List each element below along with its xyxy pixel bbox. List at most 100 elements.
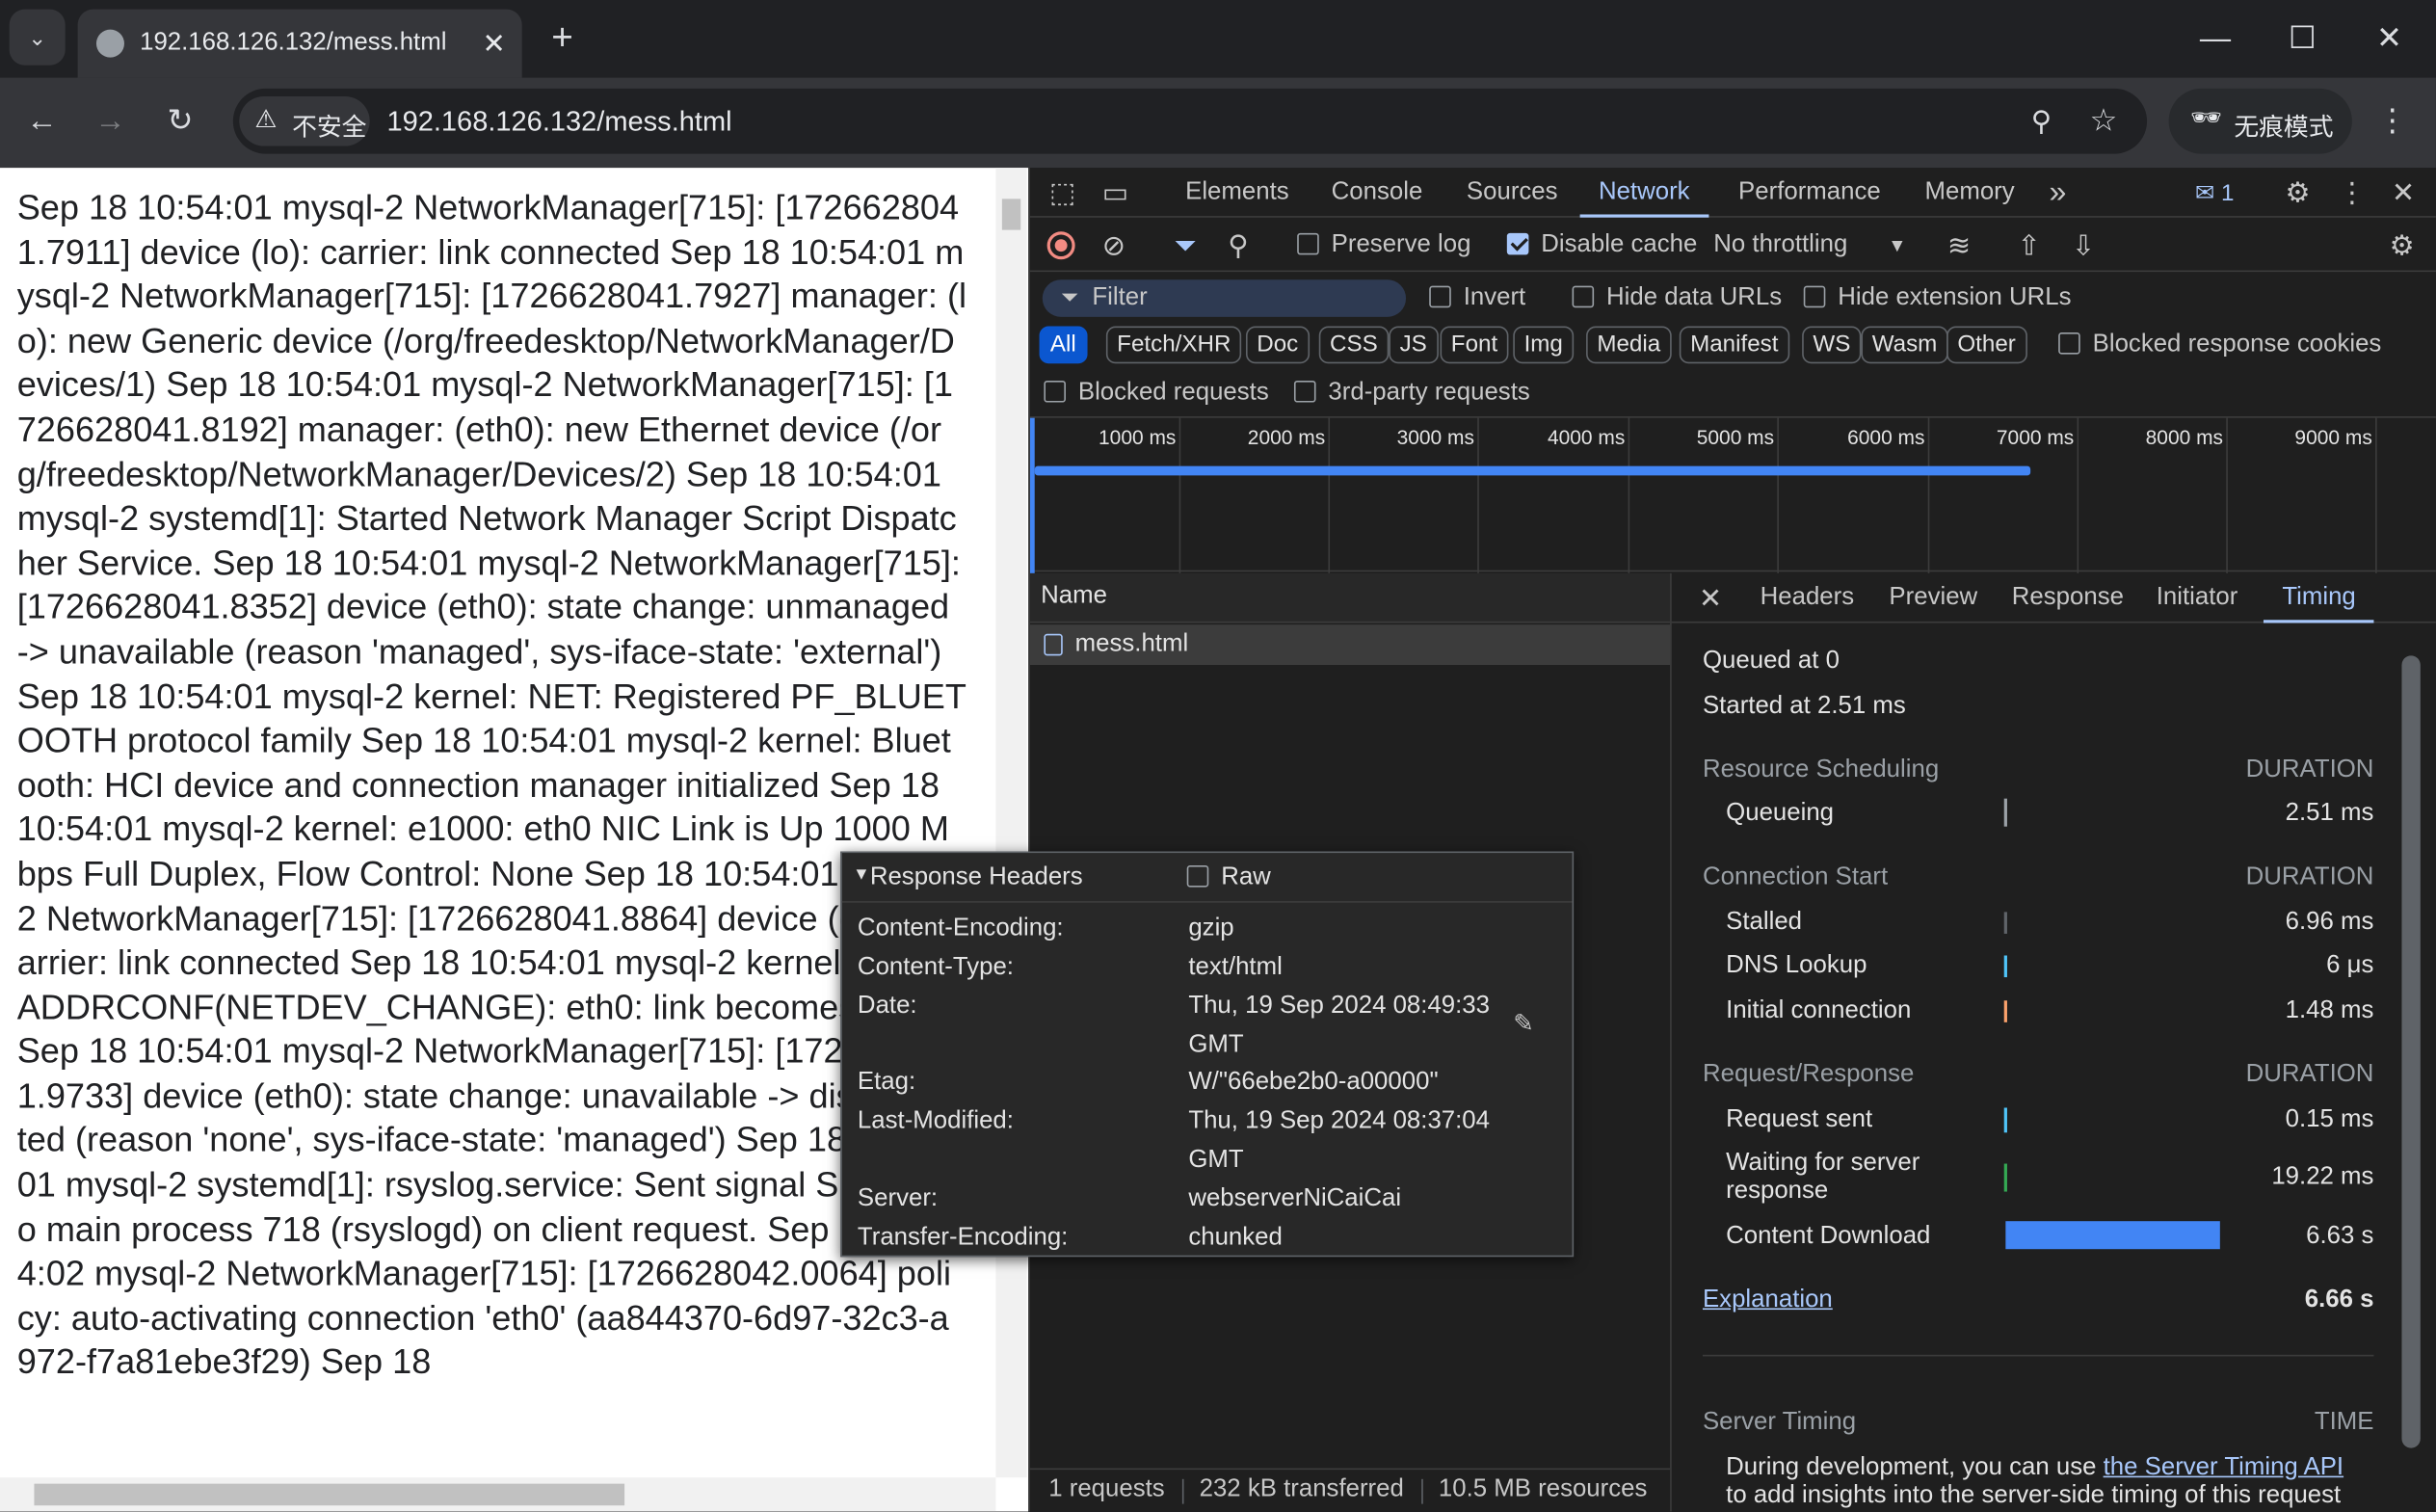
network-settings-gear-icon[interactable]: ⚙ (2382, 225, 2423, 266)
explanation-link[interactable]: Explanation (1703, 1287, 1833, 1314)
timeline-left-handle[interactable] (1029, 417, 1035, 573)
filter-doc[interactable]: Doc (1245, 326, 1310, 364)
filter-fetch-xhr[interactable]: Fetch/XHR (1105, 326, 1242, 364)
preserve-log-label: Preserve log (1331, 231, 1471, 258)
tab-performance[interactable]: Performance (1738, 168, 1881, 218)
name-column-header[interactable]: Name (1041, 583, 1107, 611)
device-toolbar-icon[interactable]: ▭ (1096, 172, 1136, 213)
tab-sources[interactable]: Sources (1467, 168, 1558, 218)
zoom-icon[interactable]: ⚲ (2013, 93, 2069, 149)
filter-all[interactable]: All (1039, 326, 1088, 364)
page-vertical-scrollbar[interactable] (995, 168, 1027, 1478)
overview-timeline[interactable]: 1000 ms 2000 ms 3000 ms 4000 ms 5000 ms … (1029, 416, 2436, 573)
forward-icon[interactable]: → (82, 93, 138, 149)
inspect-element-icon[interactable]: ⬚ (1043, 172, 1083, 213)
timing-row-value: 6.63 s (2306, 1222, 2374, 1250)
tab-network[interactable]: Network (1579, 168, 1708, 218)
header-key: Date: (857, 993, 917, 1020)
filter-font[interactable]: Font (1440, 326, 1509, 364)
import-har-icon[interactable]: ⇧ (2009, 225, 2050, 266)
filter-js[interactable]: JS (1389, 326, 1439, 364)
filter-ws[interactable]: WS (1802, 326, 1862, 364)
header-key: Content-Encoding: (857, 915, 1064, 942)
blocked-response-cookies-box[interactable] (2058, 332, 2080, 355)
disable-cache-box[interactable] (1506, 232, 1529, 255)
hscroll-thumb[interactable] (34, 1483, 625, 1506)
hide-extension-urls-box[interactable] (1803, 285, 1826, 308)
back-icon[interactable]: ← (14, 93, 70, 149)
preserve-log-checkbox[interactable]: Preserve log (1297, 231, 1470, 259)
third-party-box[interactable] (1293, 380, 1316, 403)
blocked-response-cookies-checkbox[interactable]: Blocked response cookies (2058, 331, 2381, 358)
invert-box[interactable] (1429, 285, 1451, 308)
security-chip[interactable]: ⚠ 不安全 (239, 95, 370, 146)
raw-checkbox[interactable]: Raw (1186, 863, 1271, 891)
hide-data-urls-box[interactable] (1572, 285, 1595, 308)
url-text[interactable]: 192.168.126.132/mess.html (386, 89, 731, 154)
server-timing-api-link[interactable]: the Server Timing API (2104, 1454, 2343, 1480)
timing-scroll-thumb[interactable] (2401, 655, 2421, 1448)
tab-preview[interactable]: Preview (1889, 573, 1977, 623)
blocked-requests-box[interactable] (1044, 380, 1066, 403)
filter-img[interactable]: Img (1513, 326, 1575, 364)
clear-icon[interactable]: ⊘ (1094, 225, 1134, 266)
page-log-text: Sep 18 10:54:01 mysql-2 NetworkManager[7… (16, 188, 968, 1382)
disable-cache-checkbox[interactable]: Disable cache (1506, 231, 1697, 259)
close-window-icon[interactable]: ✕ (2362, 11, 2418, 66)
network-conditions-icon[interactable]: ≋ (1939, 225, 1979, 266)
address-bar[interactable]: ⚠ 不安全 192.168.126.132/mess.html ⚲ ☆ (232, 88, 2148, 154)
more-tabs-icon[interactable]: » (2049, 168, 2066, 218)
hide-data-urls-checkbox[interactable]: Hide data URLs (1572, 284, 1782, 312)
page-horizontal-scrollbar[interactable] (0, 1477, 996, 1512)
filter-css[interactable]: CSS (1318, 326, 1390, 364)
close-tab-icon[interactable]: ✕ (475, 25, 513, 63)
blocked-requests-checkbox[interactable]: Blocked requests (1044, 379, 1269, 407)
timing-row-label: Waiting for server response (1726, 1150, 1920, 1206)
timing-scrollbar[interactable] (2396, 624, 2426, 1495)
tab-console[interactable]: Console (1332, 168, 1423, 218)
tab-memory[interactable]: Memory (1925, 168, 2015, 218)
tab-response[interactable]: Response (2012, 573, 2124, 623)
record-icon[interactable] (1046, 231, 1075, 260)
group-title: Resource Scheduling (1702, 756, 1940, 783)
throttling-select[interactable]: No throttling ▼ (1713, 231, 1906, 259)
tab-search-chevron-icon[interactable]: ⌄ (9, 9, 66, 66)
new-tab-button[interactable]: + (535, 11, 591, 66)
tab-headers[interactable]: Headers (1761, 573, 1855, 623)
raw-box[interactable] (1186, 864, 1209, 888)
reload-icon[interactable]: ↻ (152, 93, 208, 149)
browser-tab[interactable]: 192.168.126.132/mess.html ✕ (77, 9, 522, 78)
scroll-thumb[interactable] (1001, 199, 1021, 230)
popover-title[interactable]: Response Headers (870, 863, 1083, 891)
export-har-icon[interactable]: ⇩ (2063, 225, 2104, 266)
filter-wasm[interactable]: Wasm (1861, 326, 1948, 364)
issues-badge[interactable]: ✉ 1 (2195, 178, 2234, 206)
maximize-icon[interactable]: ☐ (2274, 11, 2330, 66)
third-party-checkbox[interactable]: 3rd-party requests (1293, 379, 1530, 407)
close-detail-icon[interactable]: ✕ (1690, 578, 1731, 619)
filter-other[interactable]: Other (1946, 326, 2027, 364)
request-row[interactable]: mess.html (1029, 624, 1671, 666)
expand-triangle-icon[interactable]: ▼ (853, 865, 870, 884)
tab-initiator[interactable]: Initiator (2157, 573, 2238, 623)
invert-checkbox[interactable]: Invert (1429, 284, 1525, 312)
incognito-chip[interactable]: 🕶 无痕模式 (2168, 88, 2352, 154)
queued-at: Queued at 0 (1702, 648, 1840, 675)
menu-dots-icon[interactable]: ⋮ (2365, 93, 2421, 149)
close-devtools-icon[interactable]: ✕ (2383, 172, 2423, 213)
tab-timing[interactable]: Timing (2263, 573, 2375, 623)
settings-gear-icon[interactable]: ⚙ (2277, 172, 2317, 213)
group-title: Connection Start (1702, 863, 1889, 890)
filter-funnel-icon[interactable]: ⏷ (1165, 225, 1205, 266)
tab-elements[interactable]: Elements (1185, 168, 1289, 218)
filter-input[interactable]: ⏷ Filter (1042, 279, 1407, 317)
preserve-log-box[interactable] (1297, 232, 1319, 255)
filter-manifest[interactable]: Manifest (1679, 326, 1789, 364)
hide-extension-urls-checkbox[interactable]: Hide extension URLs (1803, 284, 2072, 312)
minimize-icon[interactable]: — (2187, 11, 2243, 66)
bookmark-star-icon[interactable]: ☆ (2076, 93, 2132, 149)
edit-pencil-icon[interactable]: ✎ (1513, 1008, 1534, 1039)
search-icon[interactable]: ⚲ (1218, 225, 1258, 266)
devtools-menu-icon[interactable]: ⋮ (2332, 172, 2372, 213)
filter-media[interactable]: Media (1586, 326, 1672, 364)
